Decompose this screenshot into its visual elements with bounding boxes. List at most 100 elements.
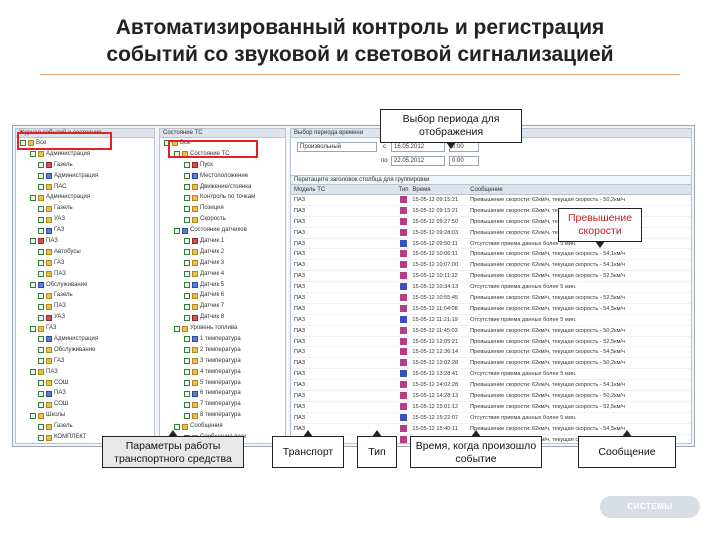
table-row[interactable]: ПАЗ 15-05-12 10:06:11 Превышение скорости:… <box>291 249 691 261</box>
checkbox[interactable] <box>38 390 44 397</box>
checkbox[interactable] <box>38 271 44 278</box>
tree-item[interactable]: Газель <box>16 203 154 214</box>
checkbox[interactable] <box>38 401 44 408</box>
checkbox[interactable] <box>30 282 36 289</box>
tree-item[interactable]: 4 температура <box>160 367 285 378</box>
table-row[interactable]: ПАЗ 15-05-12 12:36:14 Превышение скорости:… <box>291 347 691 359</box>
table-row[interactable]: ПАЗ 15-05-12 14:28:13 Превышение скорости:… <box>291 391 691 402</box>
checkbox[interactable] <box>38 205 44 212</box>
tree-item[interactable]: Скорость <box>160 214 285 225</box>
tree-item[interactable]: Автобусы <box>16 247 154 258</box>
tree-item[interactable]: Обслуживание <box>16 345 154 356</box>
checkbox[interactable] <box>38 358 44 365</box>
table-row[interactable]: ПАЗ 15-05-12 15:22:07 Отсутствие приема да… <box>291 413 691 424</box>
table-row[interactable]: ПАЗ 15-05-12 13:02:28 Превышение скорости:… <box>291 358 691 370</box>
tree-item[interactable]: Состояние датчиков <box>160 225 285 236</box>
checkbox[interactable] <box>184 194 190 201</box>
checkbox[interactable] <box>38 292 44 299</box>
col-time[interactable]: Время <box>412 185 470 194</box>
checkbox[interactable] <box>184 390 190 397</box>
checkbox[interactable] <box>38 184 44 191</box>
table-row[interactable]: ПАЗ 15-05-12 12:05:21 Превышение скорости:… <box>291 337 691 348</box>
table-row[interactable]: ПАЗ 15-05-12 10:34:13 Отсутствие приема да… <box>291 282 691 294</box>
checkbox[interactable] <box>38 434 44 441</box>
tree-item[interactable]: ПАЗ <box>16 236 154 247</box>
tree-item[interactable]: Датчик 2 <box>160 247 285 258</box>
table-row[interactable]: ПАЗ 15-05-12 11:21:19 Отсутствие приема да… <box>291 315 691 326</box>
tree-item[interactable]: 3 температура <box>160 356 285 367</box>
tree-item[interactable]: СОШ <box>16 378 154 389</box>
checkbox[interactable] <box>184 314 190 321</box>
checkbox[interactable] <box>184 238 190 245</box>
table-row[interactable]: ПАЗ 15-05-12 14:02:28 Превышение скорости:… <box>291 380 691 392</box>
tree-item[interactable]: Датчик 3 <box>160 258 285 269</box>
tree-item[interactable]: ПАЗ <box>16 367 154 378</box>
tree-item[interactable]: ГАЗ <box>16 323 154 334</box>
checkbox[interactable] <box>30 238 36 245</box>
col-model[interactable]: Модель ТС <box>291 185 379 194</box>
checkbox[interactable] <box>184 205 190 212</box>
checkbox[interactable] <box>174 423 180 430</box>
table-row[interactable]: ПАЗ 15-05-12 09:15:21 Превышение скорости:… <box>291 195 691 206</box>
tree-item[interactable]: Сообщения <box>160 421 285 432</box>
tree-item[interactable]: Администрация <box>16 171 154 182</box>
checkbox[interactable] <box>38 260 44 267</box>
tree-item[interactable]: ПАЗ <box>16 388 154 399</box>
col-blank[interactable] <box>379 185 395 194</box>
time-to-input[interactable]: 0:00 <box>449 156 479 166</box>
tree-item[interactable]: УАЗ <box>16 214 154 225</box>
checkbox[interactable] <box>38 347 44 354</box>
tree-item[interactable]: ГАЗ <box>16 225 154 236</box>
checkbox[interactable] <box>30 194 36 201</box>
col-type[interactable]: Тип <box>395 185 413 194</box>
tree-item[interactable]: Местоположение <box>160 171 285 182</box>
tree-item[interactable]: Администрация <box>16 149 154 160</box>
checkbox[interactable] <box>184 260 190 267</box>
checkbox[interactable] <box>38 227 44 234</box>
tree-item[interactable]: Датчик 5 <box>160 280 285 291</box>
checkbox[interactable] <box>184 292 190 299</box>
checkbox[interactable] <box>174 227 180 234</box>
tree-item[interactable]: Датчик 7 <box>160 301 285 312</box>
checkbox[interactable] <box>184 401 190 408</box>
tree-item[interactable]: ПАС <box>16 182 154 193</box>
tree-item[interactable]: Пуск <box>160 160 285 171</box>
tree-item[interactable]: 8 температура <box>160 410 285 421</box>
tree-item[interactable]: ГАЗ <box>16 356 154 367</box>
period-select[interactable]: Произвольный <box>297 142 377 152</box>
checkbox[interactable] <box>38 303 44 310</box>
checkbox[interactable] <box>184 347 190 354</box>
checkbox[interactable] <box>30 412 36 419</box>
checkbox[interactable] <box>184 412 190 419</box>
tree-item[interactable]: Датчик 6 <box>160 290 285 301</box>
checkbox[interactable] <box>38 216 44 223</box>
table-row[interactable]: ПАЗ 15-05-12 11:04:08 Превышение скорости:… <box>291 304 691 315</box>
tree-item[interactable]: Газель <box>16 290 154 301</box>
checkbox[interactable] <box>184 162 190 169</box>
checkbox[interactable] <box>38 162 44 169</box>
checkbox[interactable] <box>184 271 190 278</box>
checkbox[interactable] <box>30 325 36 332</box>
checkbox[interactable] <box>38 423 44 430</box>
tree-item[interactable]: Позиция <box>160 203 285 214</box>
tree-item[interactable]: Администрация <box>16 192 154 203</box>
tree-item[interactable]: Датчик 1 <box>160 236 285 247</box>
checkbox[interactable] <box>184 336 190 343</box>
tree-item[interactable]: 5 температура <box>160 378 285 389</box>
table-row[interactable]: ПАЗ 15-05-12 13:28:41 Отсутствие приема да… <box>291 369 691 381</box>
checkbox[interactable] <box>184 380 190 387</box>
tree-item[interactable]: СОШ <box>16 399 154 410</box>
tree-item[interactable]: Движение/стоянка <box>160 182 285 193</box>
tree-item[interactable]: ГАЗ <box>16 258 154 269</box>
checkbox[interactable] <box>184 303 190 310</box>
checkbox[interactable] <box>174 325 180 332</box>
table-row[interactable]: ПАЗ 15-05-12 10:11:22 Превышение скорости:… <box>291 271 691 283</box>
tree-item[interactable]: 2 температура <box>160 345 285 356</box>
tree-item[interactable]: Датчик 4 <box>160 269 285 280</box>
checkbox[interactable] <box>184 282 190 289</box>
tree-item[interactable]: Администрация <box>16 334 154 345</box>
tree-item[interactable]: Датчик 8 <box>160 312 285 323</box>
tree-item[interactable]: 1 температура <box>160 334 285 345</box>
checkbox[interactable] <box>38 314 44 321</box>
tree-item[interactable]: ПАЗ <box>16 269 154 280</box>
